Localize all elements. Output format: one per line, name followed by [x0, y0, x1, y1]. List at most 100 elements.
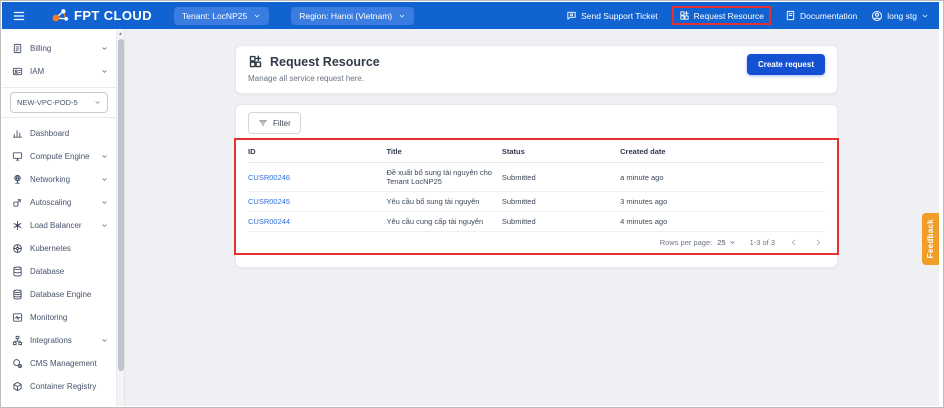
filter-button-label: Filter — [273, 119, 291, 128]
sidebar-item-label: Load Balancer — [30, 221, 94, 230]
user-menu-label: long stg — [887, 11, 917, 21]
chevron-left-icon — [789, 238, 798, 247]
sidebar-item-label: Database Engine — [30, 290, 108, 299]
chevron-down-icon — [101, 176, 108, 183]
previous-page-button[interactable] — [789, 238, 798, 247]
compute-engine-icon — [12, 151, 23, 162]
sidebar-item-networking[interactable]: Networking — [2, 168, 116, 191]
sidebar-divider — [2, 87, 116, 88]
table-row[interactable]: CUSR00246 Đề xuất bổ sung tài nguyên cho… — [248, 163, 825, 192]
sidebar-item-dashboard[interactable]: Dashboard — [2, 122, 116, 145]
chevron-down-icon — [253, 12, 261, 20]
request-resource-nav-button[interactable]: Request Resource — [679, 10, 764, 21]
documentation-button[interactable]: Documentation — [785, 10, 857, 21]
dashboard-icon — [12, 128, 23, 139]
vpc-select[interactable]: NEW-VPC-POD-5 — [10, 92, 108, 113]
column-header-status: Status — [502, 140, 620, 163]
sidebar-item-label: IAM — [30, 67, 94, 76]
menu-hamburger-icon[interactable] — [10, 7, 28, 25]
app-window: FPT CLOUD Tenant: LocNP25 Region: Hanoi … — [2, 2, 939, 406]
sidebar-item-billing[interactable]: Billing — [2, 37, 116, 60]
database-engine-icon — [12, 289, 23, 300]
request-table: ID Title Status Created date CUSR00246 Đ… — [248, 140, 825, 232]
sidebar-item-compute-engine[interactable]: Compute Engine — [2, 145, 116, 168]
request-status: Submitted — [502, 163, 620, 192]
chevron-down-icon — [101, 45, 108, 52]
table-row[interactable]: CUSR00245 Yêu cầu bổ sung tài nguyên Sub… — [248, 192, 825, 212]
request-status: Submitted — [502, 212, 620, 232]
support-ticket-icon — [566, 10, 577, 21]
chevron-down-icon — [101, 337, 108, 344]
fpt-logo-icon — [50, 7, 70, 24]
column-header-title: Title — [386, 140, 501, 163]
scrollbar-up-arrow-icon[interactable]: ▲ — [118, 31, 123, 37]
sidebar-item-container-registry[interactable]: Container Registry — [2, 375, 116, 398]
sidebar-item-database-engine[interactable]: Database Engine — [2, 283, 116, 306]
feedback-tab[interactable]: Feedback — [922, 213, 939, 265]
scrollbar-thumb[interactable] — [118, 39, 124, 371]
sidebar-item-kubernetes[interactable]: Kubernetes — [2, 237, 116, 260]
sidebar-item-iam[interactable]: IAM — [2, 60, 116, 83]
region-selector[interactable]: Region: Hanoi (Vietnam) — [291, 7, 414, 25]
tenant-selector[interactable]: Tenant: LocNP25 — [174, 7, 269, 25]
request-id-link[interactable]: CUSR00244 — [248, 217, 290, 226]
main-content: Request Resource Manage all service requ… — [125, 29, 939, 406]
load-balancer-icon — [12, 220, 23, 231]
column-header-created-date: Created date — [620, 140, 825, 163]
send-support-ticket-label: Send Support Ticket — [581, 11, 658, 21]
request-resource-nav-label: Request Resource — [694, 11, 764, 21]
sidebar-item-monitoring[interactable]: Monitoring — [2, 306, 116, 329]
monitoring-icon — [12, 312, 23, 323]
pagination-range: 1-3 of 3 — [750, 238, 775, 247]
request-status: Submitted — [502, 192, 620, 212]
request-created-date: a minute ago — [620, 163, 825, 192]
next-page-button[interactable] — [814, 238, 823, 247]
table-annotation-box: ID Title Status Created date CUSR00246 Đ… — [234, 138, 839, 255]
chevron-right-icon — [814, 238, 823, 247]
rows-per-page-select[interactable]: 25 — [717, 238, 735, 247]
kubernetes-icon — [12, 243, 23, 254]
sidebar-item-label: Database — [30, 267, 108, 276]
sidebar-item-cms-management[interactable]: CMS Management — [2, 352, 116, 375]
filter-button[interactable]: Filter — [248, 112, 301, 134]
region-label: Region: Hanoi (Vietnam) — [299, 11, 392, 21]
sidebar-item-integrations[interactable]: Integrations — [2, 329, 116, 352]
page-subtitle: Manage all service request here. — [248, 74, 380, 83]
integrations-icon — [12, 335, 23, 346]
request-created-date: 4 minutes ago — [620, 212, 825, 232]
sidebar-item-label: Kubernetes — [30, 244, 108, 253]
user-menu[interactable]: long stg — [871, 10, 929, 22]
sidebar-item-label: Autoscaling — [30, 198, 94, 207]
request-id-link[interactable]: CUSR00245 — [248, 197, 290, 206]
top-navbar: FPT CLOUD Tenant: LocNP25 Region: Hanoi … — [2, 2, 939, 29]
vpc-select-value: NEW-VPC-POD-5 — [17, 98, 94, 107]
sidebar-item-label: CMS Management — [30, 359, 108, 368]
chevron-down-icon — [398, 12, 406, 20]
create-request-button[interactable]: Create request — [747, 54, 825, 75]
page-title: Request Resource — [270, 55, 380, 69]
rows-per-page-label: Rows per page: — [660, 238, 713, 247]
request-table-card: Filter ID Title Status Created date — [235, 104, 838, 268]
sidebar-scrollbar[interactable]: ▲ — [116, 29, 124, 406]
sidebar-item-database[interactable]: Database — [2, 260, 116, 283]
chevron-down-icon — [94, 99, 101, 106]
chevron-down-icon — [101, 199, 108, 206]
networking-icon — [12, 174, 23, 185]
document-icon — [785, 10, 796, 21]
table-pagination: Rows per page: 25 1-3 of 3 — [248, 232, 825, 253]
screenshot-frame: FPT CLOUD Tenant: LocNP25 Region: Hanoi … — [0, 0, 944, 408]
fpt-cloud-logo: FPT CLOUD — [50, 7, 152, 24]
table-header-row: ID Title Status Created date — [248, 140, 825, 163]
request-id-link[interactable]: CUSR00246 — [248, 173, 290, 182]
table-row[interactable]: CUSR00244 Yêu cầu cung cấp tài nguyên Su… — [248, 212, 825, 232]
documentation-label: Documentation — [800, 11, 857, 21]
sidebar-item-label: Billing — [30, 44, 94, 53]
grid-plus-icon — [248, 54, 263, 69]
sidebar-item-autoscaling[interactable]: Autoscaling — [2, 191, 116, 214]
send-support-ticket-button[interactable]: Send Support Ticket — [566, 10, 658, 21]
tenant-label: Tenant: LocNP25 — [182, 11, 247, 21]
request-title: Yêu cầu bổ sung tài nguyên — [386, 192, 501, 212]
autoscaling-icon — [12, 197, 23, 208]
sidebar-item-load-balancer[interactable]: Load Balancer — [2, 214, 116, 237]
filter-icon — [258, 118, 268, 128]
